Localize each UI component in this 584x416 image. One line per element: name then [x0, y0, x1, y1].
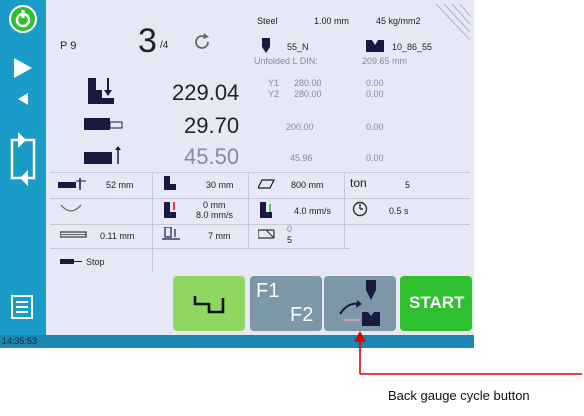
- thickness-param-icon: [60, 231, 87, 238]
- stop-label: Stop: [86, 257, 105, 267]
- param-p6[interactable]: 4.0 mm/s: [294, 206, 331, 216]
- material-name: Steel: [257, 16, 278, 26]
- bend-sequence-button[interactable]: [173, 276, 245, 331]
- back-gauge-cycle-icon: [339, 280, 380, 326]
- param-p9[interactable]: 7 mm: [208, 231, 231, 241]
- ton-label: ton: [350, 176, 367, 190]
- program-label: P 9: [60, 40, 77, 52]
- x-axis-icon: [84, 118, 123, 130]
- f1-f2-button[interactable]: F1 F2: [250, 276, 322, 331]
- r-ref-value: 45.96: [290, 153, 313, 163]
- x-ref-value: 200.00: [286, 122, 314, 132]
- param-p2[interactable]: 30 mm: [206, 180, 234, 190]
- grid-line: [248, 172, 249, 248]
- grid-line: [50, 198, 470, 199]
- f1-label: F1: [256, 280, 280, 302]
- material-strength: 45 kg/mm2: [376, 16, 421, 26]
- speed-change-icon: [164, 202, 176, 218]
- grid-line: [152, 172, 153, 272]
- y-axis-icon: [88, 78, 114, 104]
- param-p5-a[interactable]: 0 mm: [203, 200, 226, 210]
- grid-line: [50, 248, 350, 249]
- y1-value: 280.00: [294, 78, 322, 88]
- list-icon[interactable]: [10, 294, 34, 320]
- power-icon[interactable]: [8, 4, 38, 34]
- stop-param-icon: [60, 259, 82, 264]
- unfolded-value: 209.65 mm: [362, 56, 408, 66]
- return-speed-icon: [260, 202, 272, 218]
- param-p10-a[interactable]: 0: [287, 224, 292, 234]
- y2-value: 280.00: [294, 89, 322, 99]
- step-back-icon[interactable]: [16, 92, 30, 106]
- bend-shape-icon: [193, 296, 225, 314]
- grid-line: [344, 172, 345, 248]
- material-thickness: 1.00 mm: [314, 16, 350, 26]
- punch-name: 55_N: [287, 42, 309, 52]
- y2-extra: 0.00: [366, 89, 384, 99]
- unfolded-label: Unfolded L DIN:: [254, 56, 318, 66]
- sheet-length-icon: [258, 179, 275, 189]
- param-p5-b[interactable]: 8.0 mm/s: [196, 210, 233, 220]
- param-p1[interactable]: 52 mm: [106, 180, 134, 190]
- back-gauge-param-icon: [58, 178, 86, 190]
- corner-fold-icon: [436, 3, 471, 41]
- repeat-param-icon: [258, 229, 275, 239]
- die-name: 10_86_55: [392, 42, 433, 52]
- y1-label: Y1: [268, 78, 280, 88]
- start-button[interactable]: START: [400, 276, 472, 331]
- x-extra-value: 0.00: [366, 122, 384, 132]
- die-icon: [366, 40, 384, 52]
- step-current: 3: [138, 22, 157, 60]
- param-p7[interactable]: 0.5 s: [389, 206, 409, 216]
- back-gauge-cycle-button[interactable]: [324, 276, 396, 331]
- y-main-value: 229.04: [172, 80, 240, 105]
- cycle-mode-icon[interactable]: [4, 128, 42, 190]
- annotation-arrow: [354, 331, 582, 375]
- param-p8[interactable]: 0.11 mm: [100, 231, 134, 241]
- left-sidebar: [0, 0, 46, 348]
- x-main-value: 29.70: [184, 113, 240, 138]
- f2-label: F2: [290, 304, 314, 326]
- y2-label: Y2: [268, 89, 280, 99]
- grid-line: [50, 172, 470, 173]
- play-icon[interactable]: [12, 56, 34, 80]
- param-p10-b[interactable]: 5: [287, 235, 292, 245]
- r-main-value: 45.50: [184, 144, 240, 169]
- clock: 14:35:53: [2, 336, 38, 346]
- punch-icon: [262, 38, 270, 53]
- mute-param-icon: [162, 227, 180, 240]
- r-extra-value: 0.00: [366, 153, 384, 163]
- grid-line: [50, 224, 470, 225]
- opening-param-icon: [164, 176, 176, 190]
- ton-value[interactable]: 5: [405, 180, 410, 190]
- start-label: START: [409, 293, 465, 312]
- refresh-icon[interactable]: [192, 32, 212, 52]
- param-p3[interactable]: 800 mm: [291, 180, 324, 190]
- r-axis-icon: [84, 146, 121, 164]
- angle-param-icon: [60, 204, 82, 212]
- y1-extra: 0.00: [366, 78, 384, 88]
- annotation-caption: Back gauge cycle button: [388, 388, 530, 403]
- step-total: /4: [160, 40, 169, 51]
- timer-icon: [352, 201, 368, 217]
